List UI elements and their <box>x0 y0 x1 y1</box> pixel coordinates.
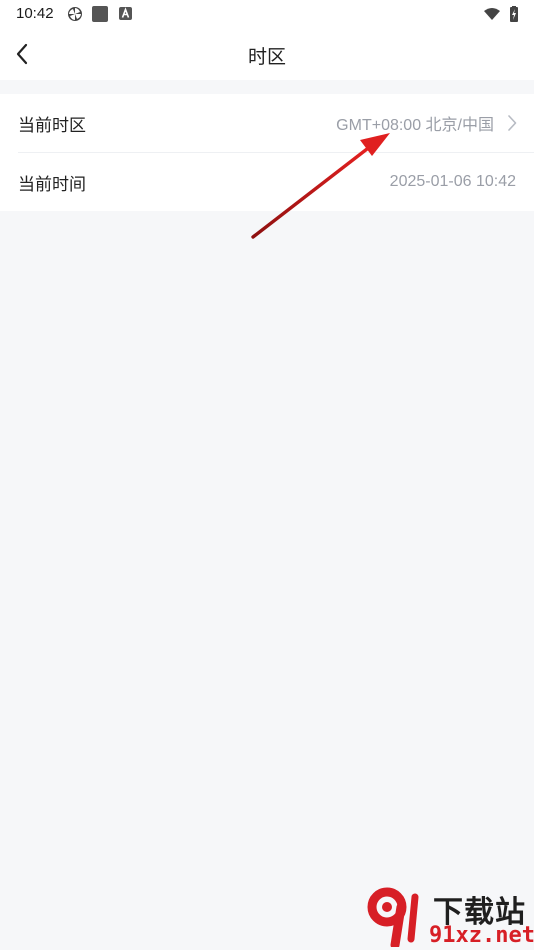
pinwheel-icon <box>67 6 83 22</box>
timezone-screen: 10:42 时区 当前时区 GMT+08:00 北京/中国 当前时间 2025-… <box>0 0 534 950</box>
current-timezone-row[interactable]: 当前时区 GMT+08:00 北京/中国 <box>0 94 534 152</box>
current-time-label: 当前时间 <box>18 174 86 195</box>
square-app-icon <box>92 6 108 22</box>
current-timezone-value: GMT+08:00 北京/中国 <box>336 117 494 134</box>
app-bar: 时区 <box>0 28 534 80</box>
watermark-logo <box>367 887 419 947</box>
status-bar: 10:42 <box>0 0 534 28</box>
chevron-right-icon <box>508 115 517 131</box>
settings-card: 当前时区 GMT+08:00 北京/中国 当前时间 2025-01-06 10:… <box>0 94 534 211</box>
page-title: 时区 <box>247 46 286 68</box>
status-time: 10:42 <box>16 5 54 22</box>
battery-charging-icon <box>506 6 522 22</box>
watermark-url: 91xz.net <box>429 923 534 948</box>
watermark: 下载站 91xz.net <box>365 885 534 949</box>
current-time-value: 2025-01-06 10:42 <box>389 173 516 190</box>
current-timezone-label: 当前时区 <box>18 115 86 136</box>
a-app-icon <box>118 6 134 22</box>
current-time-row: 当前时间 2025-01-06 10:42 <box>18 152 534 211</box>
wifi-icon <box>484 6 500 22</box>
